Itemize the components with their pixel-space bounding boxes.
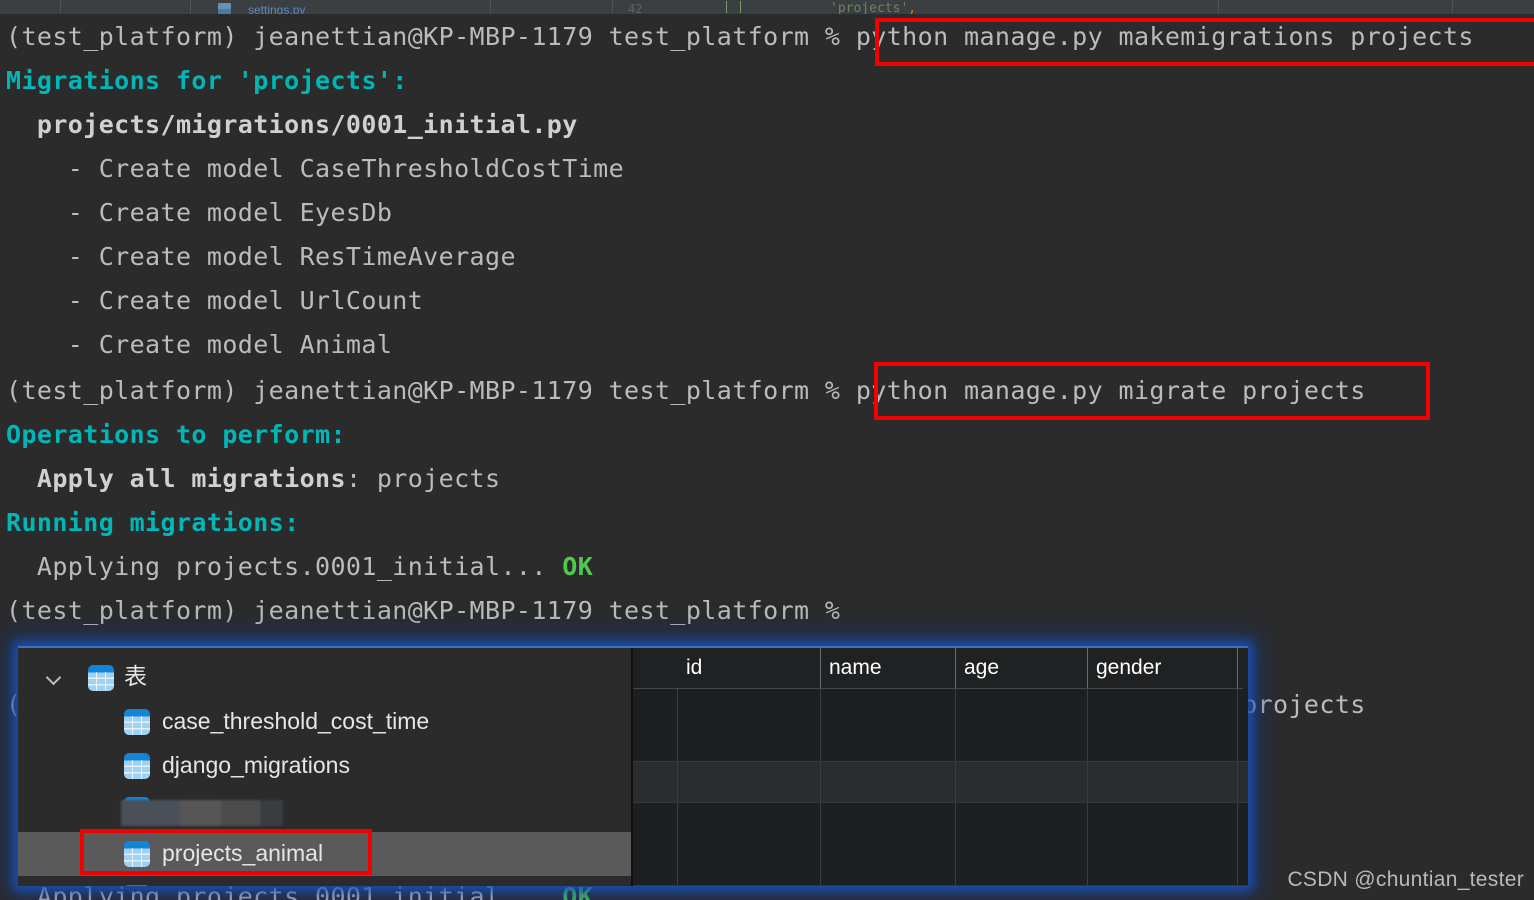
terminal-segment-prompt: (test_platform) jeanettian@KP-MBP-1179 t… [6, 376, 856, 405]
tree-item-projects_animal[interactable]: projects_animal [18, 832, 631, 876]
table-icon [124, 841, 150, 867]
editor-tab-settings-py[interactable]: settings.py [248, 4, 305, 14]
terminal-segment-plain: : projects [345, 464, 501, 493]
tree-item-label: case_threshold_cost_time [162, 708, 430, 734]
database-browser-panel[interactable]: 表 case_threshold_cost_time django_migratio… [18, 646, 1248, 886]
editor-code-fragment: 'projects', [830, 1, 917, 14]
terminal-line-prompt-1: (test_platform) jeanettian@KP-MBP-1179 t… [6, 22, 1474, 51]
table-icon [124, 709, 150, 735]
terminal-segment-bold: projects/migrations/0001_initial.py [6, 110, 578, 139]
tab-separator [1218, 0, 1219, 14]
tab-separator [190, 0, 191, 14]
grid-cell-name[interactable] [821, 689, 956, 761]
terminal-segment-ok: OK [562, 552, 594, 581]
terminal-segment-header: Running migrations: [6, 508, 300, 537]
terminal-line-migration-file: projects/migrations/0001_initial.py [6, 110, 578, 139]
editor-line-number: 42 [628, 2, 643, 14]
terminal-segment-header: Migrations for 'projects': [6, 66, 408, 95]
grid-cell-id[interactable] [678, 803, 821, 885]
tree-item-redacted-2[interactable] [18, 788, 631, 832]
terminal-segment-plain: - Create model EyesDb [6, 198, 393, 227]
terminal-line-migrations-for: Migrations for 'projects': [6, 66, 408, 95]
redacted-table-name [121, 800, 283, 826]
grid-empty-row[interactable] [633, 689, 1248, 762]
terminal-line-apply-all: Apply all migrations: projects [6, 464, 500, 493]
tab-separator [490, 0, 491, 14]
ide-editor-strip: settings.py 42 'projects', [0, 0, 1534, 14]
terminal-line-running-migrations: Running migrations: [6, 508, 300, 537]
grid-row-number-cell [633, 762, 678, 802]
grid-column-header-name[interactable]: name [821, 648, 956, 688]
terminal-line-applying: Applying projects.0001_initial... OK [6, 552, 593, 581]
grid-row-number-cell [633, 803, 678, 885]
grid-cell-gender[interactable] [1088, 803, 1238, 885]
terminal-line-create-model-2: - Create model EyesDb [6, 198, 392, 227]
grid-cell-name[interactable] [821, 803, 956, 885]
grid-empty-row[interactable] [633, 803, 1248, 886]
tab-separator [1452, 0, 1453, 14]
grid-corner-cell [633, 648, 679, 688]
tree-item-label: django_migrations [162, 752, 350, 778]
grid-empty-row[interactable] [633, 762, 1248, 803]
terminal-segment-prompt: (test_platform) jeanettian@KP-MBP-1179 t… [6, 596, 856, 625]
grid-column-header-id[interactable]: id [678, 648, 821, 688]
terminal-segment-prompt: (test_platform) jeanettian@KP-MBP-1179 t… [6, 22, 856, 51]
terminal-line-create-model-5: - Create model Animal [6, 330, 392, 359]
python-file-icon [218, 3, 231, 14]
terminal-segment-header: Operations to perform: [6, 420, 346, 449]
tree-item-label: projects_animal [162, 840, 324, 866]
terminal-line-prompt-2: (test_platform) jeanettian@KP-MBP-1179 t… [6, 376, 1366, 405]
terminal-segment-plain: - Create model ResTimeAverage [6, 242, 516, 271]
grid-column-header-gender[interactable]: gender [1088, 648, 1238, 688]
grid-header-row: id name age gender [633, 648, 1248, 689]
terminal-line-prompt-3: (test_platform) jeanettian@KP-MBP-1179 t… [6, 596, 856, 625]
terminal-segment-cmd: python manage.py migrate projects [855, 376, 1366, 405]
terminal-line-create-model-4: - Create model UrlCount [6, 286, 423, 315]
tab-separator [612, 0, 613, 14]
terminal-segment-plain: - Create model Animal [6, 330, 393, 359]
grid-cell-age[interactable] [956, 689, 1088, 761]
database-table-tree[interactable]: 表 case_threshold_cost_time django_migratio… [18, 648, 631, 886]
terminal-segment-plain: Applying projects.0001_initial... [6, 552, 563, 581]
code-string-projects: 'projects' [830, 1, 909, 14]
tree-item-redacted-4[interactable] [18, 876, 631, 886]
code-comma: , [908, 1, 917, 14]
terminal-segment-bold: Apply all migrations [6, 464, 346, 493]
tree-root-label: 表 [124, 664, 147, 690]
terminal-line-operations: Operations to perform: [6, 420, 346, 449]
tree-item-case_threshold_cost_time[interactable]: case_threshold_cost_time [18, 700, 631, 744]
tree-root-tables[interactable]: 表 [18, 656, 631, 700]
tree-item-django_migrations[interactable]: django_migrations [18, 744, 631, 788]
table-icon [88, 665, 114, 691]
chevron-down-icon[interactable] [46, 669, 64, 687]
grid-cell-gender[interactable] [1088, 762, 1238, 802]
table-icon [124, 753, 150, 779]
grid-cell-age[interactable] [956, 803, 1088, 885]
grid-cell-age[interactable] [956, 762, 1088, 802]
watermark-text: CSDN @chuntian_tester [1287, 868, 1524, 891]
grid-cell-id[interactable] [678, 689, 821, 761]
table-icon [124, 885, 150, 886]
editor-caret [726, 1, 727, 13]
terminal-line-create-model-1: - Create model CaseThresholdCostTime [6, 154, 624, 183]
tab-separator [60, 0, 61, 14]
grid-column-header-age[interactable]: age [956, 648, 1088, 688]
terminal-segment-plain: - Create model CaseThresholdCostTime [6, 154, 625, 183]
grid-row-number-cell [633, 689, 678, 761]
terminal-segment-plain: - Create model UrlCount [6, 286, 424, 315]
grid-cell-id[interactable] [678, 762, 821, 802]
grid-cell-name[interactable] [821, 762, 956, 802]
table-data-grid[interactable]: id name age gender [631, 648, 1248, 886]
grid-cell-gender[interactable] [1088, 689, 1238, 761]
editor-caret-secondary [740, 1, 741, 13]
terminal-segment-cmd: python manage.py makemigrations projects [855, 22, 1474, 51]
terminal-line-create-model-3: - Create model ResTimeAverage [6, 242, 516, 271]
